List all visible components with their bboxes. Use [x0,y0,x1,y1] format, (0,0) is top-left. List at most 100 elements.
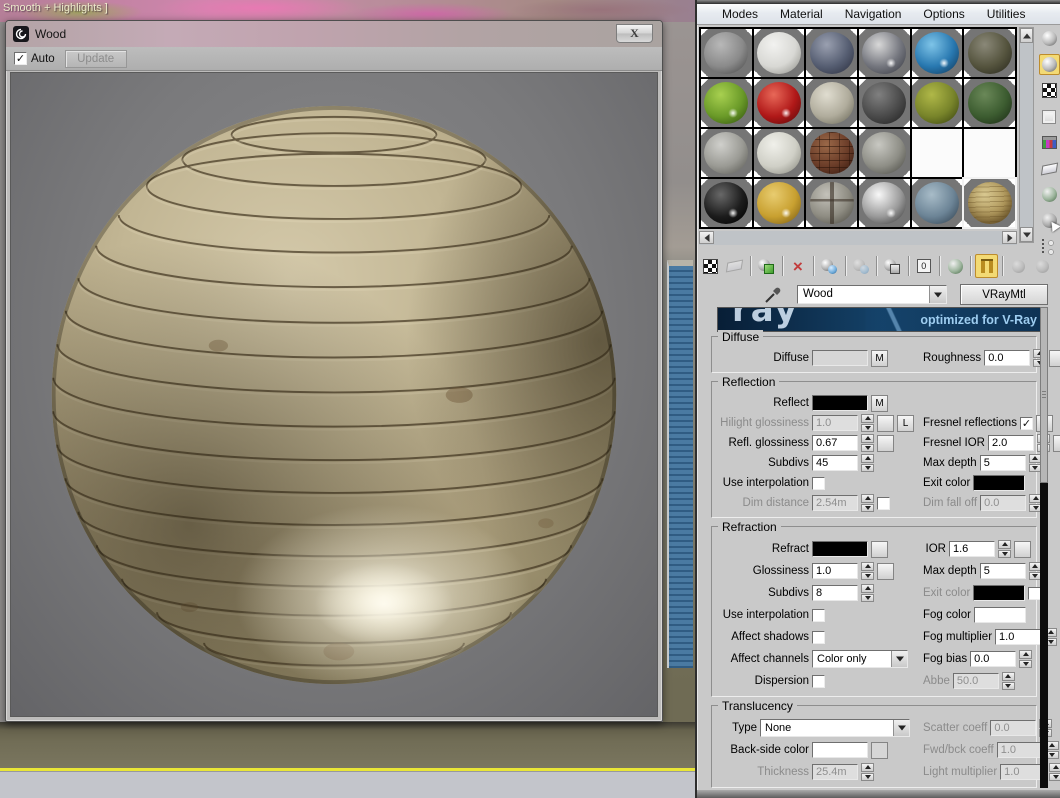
sample-uv-tiling-button[interactable] [1039,106,1060,127]
put-to-library-button[interactable] [881,254,904,278]
show-end-result-button[interactable] [975,254,998,278]
spin-down[interactable] [861,773,874,782]
spin-up[interactable] [861,494,874,503]
material-slot-red-sphere[interactable] [754,79,805,127]
material-slot-brick-sphere[interactable] [806,129,857,177]
select-by-material-button[interactable] [1039,210,1060,231]
menu-modes[interactable]: Modes [711,7,769,21]
diffuse-color-swatch[interactable] [812,350,868,366]
parameters-scrollbar[interactable] [1040,307,1048,788]
spin-up[interactable] [1002,672,1015,681]
spin-down[interactable] [1002,682,1015,691]
menu-options[interactable]: Options [912,7,975,21]
preview-window-titlebar[interactable]: Wood X [6,21,662,47]
spin-up[interactable] [1049,763,1060,772]
spin-up[interactable] [861,584,874,593]
material-slot-beige-sphere[interactable] [806,79,857,127]
light-multiplier-spinner[interactable] [1049,763,1060,781]
pick-material-eyedropper-icon[interactable] [763,285,783,305]
spin-down[interactable] [861,504,874,513]
refl-subdivs-field[interactable]: 45 [812,455,858,471]
spin-down[interactable] [861,424,874,433]
material-slot-gray-cross-sphere[interactable] [806,179,857,227]
back-side-color-map-button[interactable] [871,742,888,759]
menu-material[interactable]: Material [769,7,834,21]
ior-map-button[interactable] [1014,541,1031,558]
material-slot-blue-sphere[interactable] [912,29,963,77]
refl-glossiness-spinner[interactable] [861,434,874,452]
spin-up[interactable] [861,454,874,463]
roughness-field[interactable]: 0.0 [984,350,1030,366]
fresnel-ior-field[interactable]: 2.0 [988,435,1034,451]
refl-glossiness-map-button[interactable] [877,435,894,452]
material-slot-gray-sphere[interactable] [701,29,752,77]
menu-navigation[interactable]: Navigation [834,7,913,21]
refr-glossiness-map-button[interactable] [877,563,894,580]
make-material-copy-button[interactable] [818,254,841,278]
material-name-dropdown[interactable]: Wood [797,285,947,304]
spin-up[interactable] [1019,650,1032,659]
material-slot-gray-glossy-sphere[interactable] [859,29,910,77]
hilight-glossiness-field[interactable]: 1.0 [812,415,858,431]
spin-up[interactable] [861,562,874,571]
show-shaded-material-in-viewport-button[interactable] [944,254,967,278]
fresnel-reflections-checkbox[interactable] [1020,417,1033,430]
translucency-type-dropdown[interactable]: None [760,719,910,737]
scatter-coeff-field[interactable]: 0.0 [990,720,1036,736]
scroll-right-icon[interactable] [1002,231,1017,244]
spin-up[interactable] [998,540,1011,549]
make-preview-button[interactable] [1039,158,1060,179]
fresnel-ior-map-button[interactable] [1053,435,1060,452]
refr-subdivs-spinner[interactable] [861,584,874,602]
thickness-spinner[interactable] [861,763,874,781]
assign-material-to-selection-button[interactable] [755,254,778,278]
fog-color-swatch[interactable] [974,607,1026,623]
dim-distance-spinner[interactable] [861,494,874,512]
scrollbar-thumb[interactable] [1040,307,1048,483]
hilight-glossiness-lock-button[interactable]: L [897,415,914,432]
material-slot-green-sphere[interactable] [701,79,752,127]
viewport-shading-label[interactable]: Smooth + Highlights ] [3,2,108,14]
material-type-button[interactable]: VRayMtl [960,284,1048,305]
scroll-up-icon[interactable] [1020,28,1033,43]
refract-map-button[interactable] [871,541,888,558]
hilight-glossiness-map-button[interactable] [877,415,894,432]
material-slot-olive-green-sphere[interactable] [912,79,963,127]
material-slot-black-glossy-sphere[interactable] [701,179,752,227]
chevron-down-icon[interactable] [893,720,909,736]
menu-utilities[interactable]: Utilities [976,7,1037,21]
refr-subdivs-field[interactable]: 8 [812,585,858,601]
material-slot-marble-sphere[interactable] [701,129,752,177]
options-button[interactable] [1039,184,1060,205]
make-unique-button[interactable] [849,254,872,278]
refl-exit-color-swatch[interactable] [973,475,1025,491]
close-icon[interactable]: X [616,24,653,43]
abbe-field[interactable]: 50.0 [953,673,999,689]
material-slot-dark-slate-sphere[interactable] [806,29,857,77]
spin-down[interactable] [861,464,874,473]
dim-fall-off-field[interactable]: 0.0 [980,495,1026,511]
dim-distance-checkbox[interactable] [877,497,890,510]
backlight-button[interactable] [1039,54,1060,75]
scroll-left-icon[interactable] [699,231,714,244]
refl-use-interpolation-checkbox[interactable] [812,477,825,490]
refr-exit-color-swatch[interactable] [973,585,1025,601]
material-slot-empty-slot-2[interactable] [964,129,1015,177]
material-id-channel-button[interactable]: 0 [912,254,935,278]
background-button[interactable] [1039,80,1060,101]
reflect-map-button[interactable]: M [871,395,888,412]
spin-down[interactable] [861,594,874,603]
auto-checkbox[interactable] [14,52,27,65]
dim-distance-field[interactable]: 2.54m [812,495,858,511]
chevron-down-icon[interactable] [891,651,907,667]
thickness-field[interactable]: 25.4m [812,764,858,780]
refract-color-swatch[interactable] [812,541,868,557]
scroll-down-icon[interactable] [1020,227,1033,242]
material-slot-chrome-sphere[interactable] [859,179,910,227]
material-slot-white-textured-sphere[interactable] [754,129,805,177]
slots-horizontal-scrollbar[interactable] [699,231,1017,245]
ior-field[interactable]: 1.6 [949,541,995,557]
diffuse-rollout-title[interactable]: Diffuse [718,330,763,344]
refr-use-interpolation-checkbox[interactable] [812,609,825,622]
get-material-button[interactable] [699,254,722,278]
